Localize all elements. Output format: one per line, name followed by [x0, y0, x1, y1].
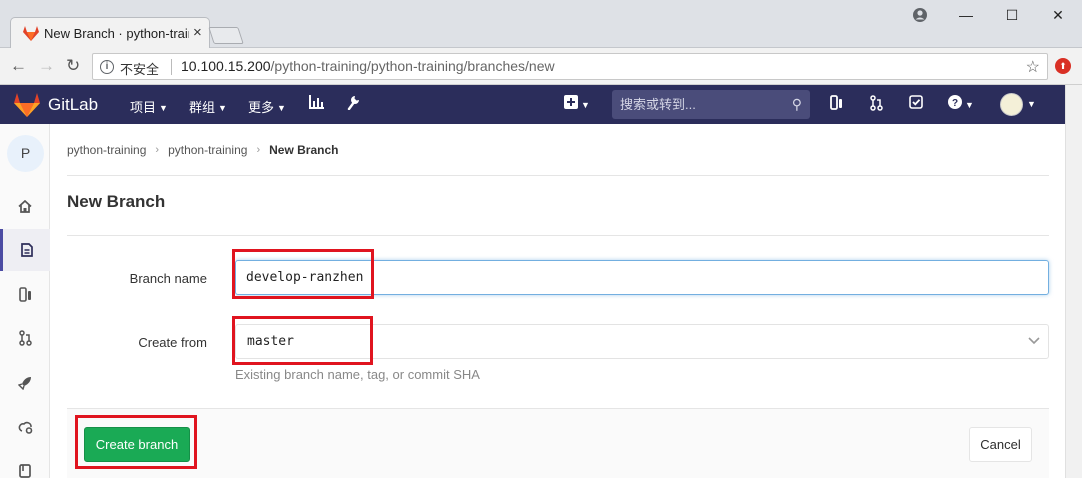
- chevron-down-icon[interactable]: [1028, 333, 1040, 347]
- url-host: 10.100.15.200: [181, 58, 271, 74]
- annotation-highlight-branch-name: [232, 249, 374, 299]
- back-arrow-icon[interactable]: ←: [10, 56, 27, 76]
- gitlab-logo-icon: [14, 93, 40, 117]
- sidebar-item-merge-requests[interactable]: [0, 318, 50, 360]
- rocket-icon: [17, 377, 31, 391]
- chevron-down-icon: ▼: [277, 103, 286, 113]
- menu-projects-label: 项目: [130, 100, 157, 115]
- merge-requests-icon: [18, 330, 32, 346]
- issues-icon: [18, 287, 31, 302]
- new-tab-button[interactable]: [208, 27, 244, 44]
- new-plus-icon[interactable]: ▼: [564, 95, 590, 114]
- url-path: /python-training/python-training/branche…: [270, 58, 555, 74]
- book-icon: [19, 464, 31, 478]
- address-bar[interactable]: i 不安全 10.100.15.200/python-training/pyth…: [92, 53, 1048, 80]
- browser-tab[interactable]: New Branch · python-training · GitLab ×: [10, 17, 210, 48]
- profile-icon[interactable]: [897, 0, 943, 30]
- sidebar-item-repository[interactable]: [0, 229, 50, 271]
- gitlab-navbar: GitLab 项目▼ 群组▼ 更多▼ ▼ ⚲ ?▼ ▼: [0, 85, 1065, 124]
- todos-icon[interactable]: [909, 95, 923, 114]
- annotation-highlight-create-from: [232, 316, 373, 365]
- create-from-label: Create from: [138, 335, 207, 350]
- menu-more-label: 更多: [248, 100, 275, 115]
- gitlab-home-link[interactable]: GitLab: [14, 93, 98, 117]
- merge-requests-icon[interactable]: [870, 95, 883, 116]
- chevron-right-icon: ›: [155, 143, 160, 156]
- sidebar-item-ci-cd[interactable]: [0, 362, 50, 404]
- brand-label: GitLab: [48, 95, 99, 114]
- user-avatar[interactable]: [1000, 93, 1023, 116]
- svg-text:?: ?: [952, 98, 958, 109]
- page-scrollbar[interactable]: [1065, 85, 1082, 478]
- forward-arrow-icon[interactable]: →: [38, 56, 55, 76]
- info-icon[interactable]: i: [100, 60, 114, 74]
- main-content: python-training › python-training › New …: [67, 124, 1049, 478]
- issues-icon[interactable]: [830, 95, 843, 115]
- create-from-help-text: Existing branch name, tag, or commit SHA: [235, 367, 480, 382]
- cancel-button[interactable]: Cancel: [969, 427, 1032, 462]
- url-text[interactable]: 10.100.15.200/python-training/python-tra…: [181, 58, 555, 74]
- window-close-icon[interactable]: ✕: [1035, 0, 1081, 30]
- project-avatar[interactable]: P: [7, 135, 44, 172]
- activity-chart-icon[interactable]: [309, 95, 324, 114]
- help-icon[interactable]: ? ▼: [948, 95, 974, 114]
- repository-icon: [20, 243, 33, 257]
- annotation-highlight-create-button: [75, 415, 197, 469]
- breadcrumb: python-training › python-training › New …: [67, 124, 1049, 176]
- chevron-down-icon: ▼: [965, 100, 974, 110]
- chevron-down-icon: ▼: [218, 103, 227, 113]
- minimize-icon[interactable]: —: [943, 0, 989, 30]
- security-label[interactable]: 不安全: [120, 59, 159, 78]
- branch-name-label: Branch name: [129, 271, 207, 286]
- gitlab-favicon-icon: [23, 26, 39, 41]
- chevron-right-icon: ›: [256, 143, 261, 156]
- chevron-down-icon: ▼: [159, 103, 168, 113]
- breadcrumb-current[interactable]: New Branch: [269, 143, 338, 157]
- bookmark-star-icon[interactable]: ☆: [1026, 57, 1040, 77]
- home-icon: [18, 199, 32, 213]
- menu-groups[interactable]: 群组 ▼: [189, 97, 227, 116]
- address-separator: [171, 59, 172, 75]
- extension-icon[interactable]: ⬆: [1055, 58, 1071, 74]
- title-divider: [67, 235, 1049, 236]
- chevron-down-icon: ▼: [581, 100, 590, 110]
- sidebar-item-wiki[interactable]: [0, 450, 50, 478]
- chevron-down-icon[interactable]: ▼: [1027, 95, 1036, 113]
- search-icon[interactable]: ⚲: [792, 96, 802, 113]
- sidebar-item-issues[interactable]: [0, 274, 50, 316]
- browser-tab-strip: New Branch · python-training · GitLab × …: [0, 0, 1082, 48]
- tab-close-icon[interactable]: ×: [193, 24, 202, 42]
- form-actions: Create branch Cancel: [67, 408, 1049, 478]
- menu-groups-label: 群组: [189, 100, 216, 115]
- breadcrumb-group-link[interactable]: python-training: [67, 143, 146, 157]
- project-sidebar: P: [0, 124, 50, 478]
- menu-projects[interactable]: 项目 ▼: [130, 97, 168, 116]
- reload-icon[interactable]: ↻: [66, 56, 80, 76]
- admin-wrench-icon[interactable]: [346, 95, 360, 115]
- maximize-icon[interactable]: ☐: [989, 0, 1035, 30]
- browser-toolbar: ← → ↻ i 不安全 10.100.15.200/python-trainin…: [0, 48, 1082, 85]
- search-input[interactable]: [612, 90, 782, 119]
- page-title: New Branch: [67, 192, 166, 211]
- cloud-gear-icon: [18, 421, 32, 434]
- menu-more[interactable]: 更多 ▼: [248, 97, 286, 116]
- browser-tab-title: New Branch · python-training · GitLab: [44, 26, 189, 41]
- sidebar-item-operations[interactable]: [0, 406, 50, 448]
- sidebar-item-home[interactable]: [0, 186, 50, 228]
- breadcrumb-project-link[interactable]: python-training: [168, 143, 247, 157]
- search-box[interactable]: ⚲: [612, 90, 810, 119]
